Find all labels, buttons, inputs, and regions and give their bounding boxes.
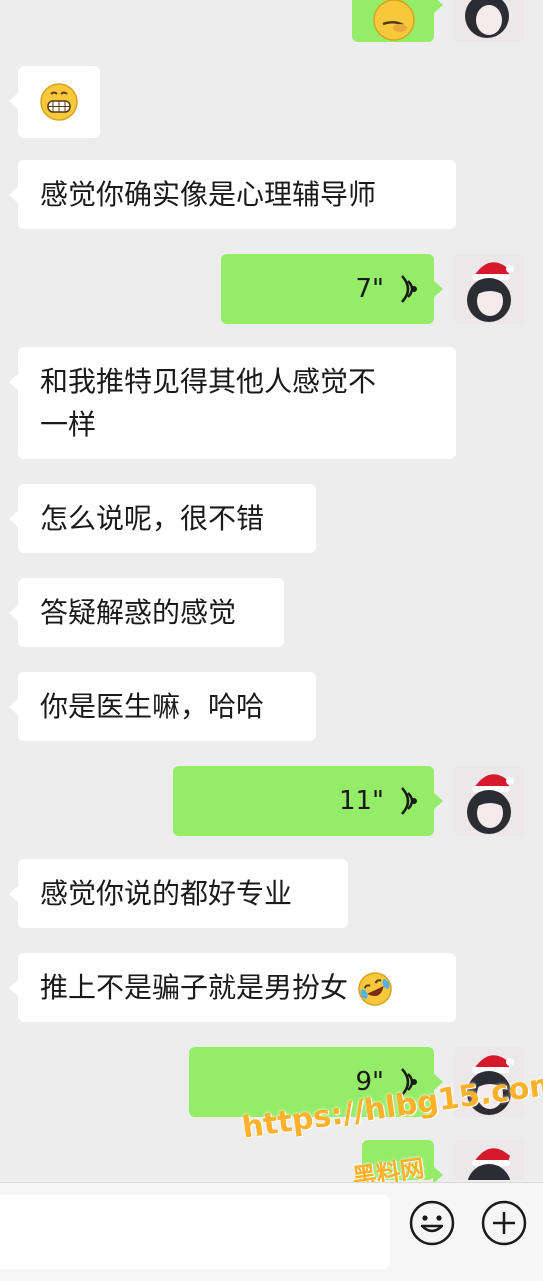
message-received-text[interactable]: 和我推特见得其他人感觉不 一样 xyxy=(9,347,456,459)
user-avatar[interactable] xyxy=(454,0,524,42)
avatar-image xyxy=(454,766,524,836)
message-text-line: 一样 xyxy=(40,408,97,441)
plus-circle-icon[interactable] xyxy=(480,1199,528,1247)
voice-wave-icon xyxy=(401,275,417,303)
message-sent-emoji[interactable] xyxy=(352,0,443,42)
message-received-text[interactable]: 感觉你说的都好专业 xyxy=(9,859,348,928)
grinning-face-icon xyxy=(40,83,78,121)
message-received-text[interactable]: 推上不是骗子就是男扮女 xyxy=(9,953,456,1022)
voice-duration: 9" xyxy=(355,1067,384,1097)
voice-wave-icon xyxy=(401,1068,417,1096)
message-text: 答疑解惑的感觉 xyxy=(40,596,237,629)
message-text: 感觉你说的都好专业 xyxy=(40,877,293,910)
message-received-text[interactable]: 感觉你确实像是心理辅导师 xyxy=(9,160,456,229)
user-avatar[interactable] xyxy=(454,254,524,324)
thinking-face-icon xyxy=(373,0,415,41)
voice-duration: 11" xyxy=(338,786,384,816)
avatar-image xyxy=(454,1047,524,1117)
message-text-line: 和我推特见得其他人感觉不 xyxy=(40,365,377,398)
message-text: 怎么说呢，很不错 xyxy=(40,502,265,535)
voice-duration: 7" xyxy=(355,274,384,304)
rolling-laughing-face-icon xyxy=(358,972,392,1006)
user-avatar[interactable] xyxy=(454,1140,524,1180)
chat-area: 感觉你确实像是心理辅导师 7" 和我推特见得其他人感觉不 一样 怎么说呢，很不错… xyxy=(0,0,543,1184)
avatar-image xyxy=(454,0,524,42)
message-text: 感觉你确实像是心理辅导师 xyxy=(40,178,377,211)
message-sent-voice[interactable]: 7" xyxy=(221,254,443,324)
avatar-image xyxy=(454,254,524,324)
message-sent-voice[interactable]: 9" xyxy=(189,1047,443,1117)
message-sent-voice[interactable]: 11" xyxy=(173,766,443,836)
message-received-text[interactable]: 怎么说呢，很不错 xyxy=(9,484,316,553)
voice-wave-icon xyxy=(401,787,417,815)
message-received-emoji[interactable] xyxy=(9,66,100,138)
message-text: 推上不是骗子就是男扮女 xyxy=(40,971,349,1004)
message-input[interactable] xyxy=(0,1195,390,1269)
message-received-text[interactable]: 你是医生嘛，哈哈 xyxy=(9,672,316,741)
avatar-image xyxy=(454,1140,524,1180)
user-avatar[interactable] xyxy=(454,766,524,836)
user-avatar[interactable] xyxy=(454,1047,524,1117)
message-received-text[interactable]: 答疑解惑的感觉 xyxy=(9,578,284,647)
message-sent-partial[interactable] xyxy=(362,1140,443,1184)
input-bar xyxy=(0,1182,543,1281)
message-text: 你是医生嘛，哈哈 xyxy=(40,690,265,723)
smiley-face-icon[interactable] xyxy=(408,1199,456,1247)
